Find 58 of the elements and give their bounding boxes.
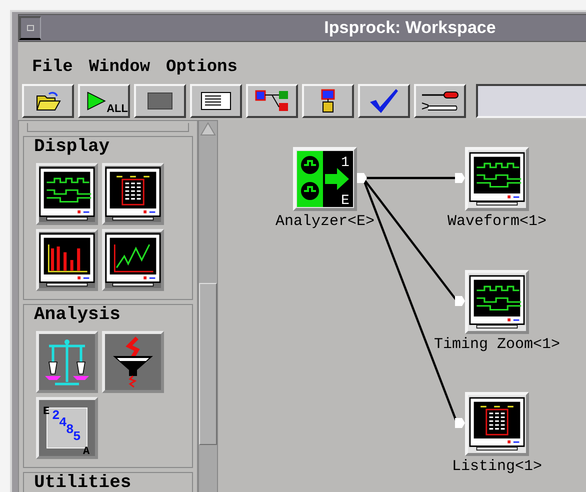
toolbar-button[interactable] bbox=[134, 84, 186, 118]
waveform-monitor-icon bbox=[469, 274, 525, 330]
node-label: Timing Zoom<1> bbox=[434, 336, 560, 353]
group-title: Display bbox=[34, 137, 111, 157]
all-label: ALL bbox=[106, 103, 128, 115]
text-lines-icon bbox=[201, 92, 231, 110]
network-diagram-icon bbox=[255, 89, 289, 113]
listing-monitor-icon bbox=[105, 166, 161, 222]
square-icon bbox=[147, 92, 173, 110]
workspace-node[interactable] bbox=[465, 270, 529, 334]
converter-digit: 4 bbox=[59, 415, 67, 430]
node-label: Listing<1> bbox=[452, 458, 542, 475]
menu-item[interactable]: Options bbox=[166, 52, 238, 82]
group-title: Analysis bbox=[34, 305, 122, 325]
output-port-icon bbox=[357, 173, 367, 183]
folder-icon bbox=[35, 90, 61, 112]
menu-item[interactable]: Window bbox=[88, 52, 150, 82]
converter-label: E bbox=[43, 406, 50, 418]
node-label: Waveform<1> bbox=[447, 213, 547, 230]
stacked-blocks-icon bbox=[321, 89, 335, 113]
converter-digit: 5 bbox=[73, 429, 81, 444]
listing-monitor-icon bbox=[469, 396, 525, 452]
scrollbar[interactable] bbox=[198, 120, 218, 492]
node-label: Analyzer<E> bbox=[275, 213, 375, 230]
waveform-monitor-icon bbox=[39, 166, 95, 222]
menu-item[interactable]: File bbox=[32, 52, 73, 82]
window-menu-button[interactable] bbox=[19, 16, 41, 40]
bar-chart-monitor-icon bbox=[39, 232, 95, 288]
toolbar-input-field[interactable] bbox=[476, 84, 586, 118]
toolbar-button[interactable] bbox=[246, 84, 298, 118]
tool-button[interactable] bbox=[102, 163, 164, 225]
toolbar-button[interactable] bbox=[358, 84, 410, 118]
toolbar-button[interactable] bbox=[22, 84, 74, 118]
converter-label: A bbox=[83, 446, 90, 456]
converter-digit: 8 bbox=[66, 422, 74, 437]
workspace-node[interactable] bbox=[465, 392, 529, 456]
tool-button[interactable] bbox=[102, 229, 164, 291]
line-chart-monitor-icon bbox=[105, 232, 161, 288]
sash-handle[interactable] bbox=[27, 123, 189, 132]
scroll-thumb[interactable] bbox=[199, 283, 217, 445]
converter-digit: 2 bbox=[52, 408, 60, 423]
tool-button[interactable] bbox=[102, 331, 164, 393]
group-title: Utilities bbox=[34, 473, 132, 492]
window-title: Ipsprock: Workspace bbox=[323, 18, 497, 38]
toolbar-button[interactable] bbox=[414, 84, 466, 118]
toolbar-button[interactable] bbox=[190, 84, 242, 118]
tools-icon bbox=[420, 89, 460, 113]
port-label: 1 bbox=[341, 155, 350, 171]
play-icon bbox=[86, 89, 107, 113]
toolbar-button[interactable]: ALL bbox=[78, 84, 130, 118]
tool-button[interactable] bbox=[36, 229, 98, 291]
waveform-monitor-icon bbox=[469, 151, 525, 207]
toolbar-button[interactable] bbox=[302, 84, 354, 118]
port-label: E bbox=[341, 193, 350, 207]
tool-button[interactable] bbox=[36, 163, 98, 225]
workspace-node[interactable]: 1 E bbox=[293, 147, 357, 211]
checkmark-icon bbox=[368, 88, 400, 114]
workspace-node[interactable] bbox=[465, 147, 529, 211]
